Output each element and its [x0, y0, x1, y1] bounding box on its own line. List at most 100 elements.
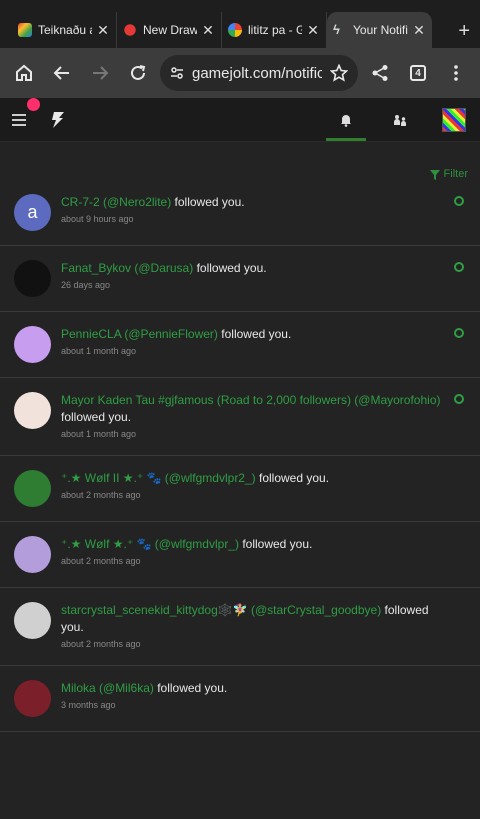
close-tab-icon[interactable]: ✕ [96, 22, 110, 39]
forward-arrow-icon [93, 66, 109, 80]
bookmark-star-icon[interactable] [330, 64, 348, 82]
friends-button[interactable] [386, 98, 414, 141]
notification-action: followed you. [193, 261, 267, 275]
gamejolt-favicon-icon: ϟ [333, 22, 340, 37]
people-icon [394, 114, 406, 126]
notification-text: CR-7-2 (@Nero2lite) followed you. about 9… [61, 194, 466, 231]
gamejolt-logo-icon[interactable] [50, 111, 66, 129]
notification-item[interactable]: a CR-7-2 (@Nero2lite) followed you. about … [0, 180, 480, 246]
notification-time: 26 days ago [61, 280, 111, 290]
notification-text: ⁺.★ Wølf II ★.⁺ 🐾 (@wlfgmdvlpr2_) follow… [61, 470, 466, 507]
notification-item[interactable]: Mayor Kaden Tau #gjfamous (Road to 2,000… [0, 378, 480, 456]
user-link[interactable]: CR-7-2 (@Nero2lite) [61, 195, 171, 209]
site-header [0, 98, 480, 142]
notification-action: followed you. [153, 681, 228, 695]
mark-read-circle-icon[interactable] [454, 328, 464, 338]
avatar[interactable] [14, 260, 51, 297]
browser-tab[interactable]: Teiknaðu a ✕ [12, 12, 117, 48]
address-bar[interactable]: gamejolt.com/notificat [160, 55, 358, 91]
notification-action: followed you. [238, 537, 313, 551]
reload-button[interactable] [122, 57, 154, 89]
tab-favicon-icon [18, 23, 32, 37]
notification-item[interactable]: starcrystal_scenekid_kittydog🕸️🧚‍♀️ (@st… [0, 588, 480, 666]
user-link[interactable]: Miloka (@Mil6ka) [61, 681, 154, 695]
hamburger-menu-icon[interactable] [12, 113, 26, 126]
url-text: gamejolt.com/notificat [192, 64, 322, 82]
notifications-bell-button[interactable] [326, 98, 366, 141]
more-vert-icon [454, 65, 458, 81]
avatar[interactable]: a [14, 194, 51, 231]
notification-text: starcrystal_scenekid_kittydog🕸️🧚‍♀️ (@st… [61, 602, 466, 651]
back-arrow-icon [53, 66, 69, 80]
home-button[interactable] [8, 57, 40, 89]
tab-switcher-button[interactable]: 4 [402, 57, 434, 89]
user-link[interactable]: ⁺.★ Wølf ★.⁺ 🐾 (@wlfgmdvlpr_) [61, 537, 239, 551]
notification-text: Fanat_Bykov (@Darusa) followed you. 26 da… [61, 260, 466, 297]
notification-time: about 1 month ago [61, 346, 137, 356]
browser-tab-active[interactable]: ϟ Your Notific ✕ [327, 12, 432, 48]
user-avatar [442, 107, 466, 132]
bell-icon [341, 114, 351, 127]
user-link[interactable]: PennieCLA (@PennieFlower) [61, 327, 218, 341]
close-tab-icon[interactable]: ✕ [201, 22, 215, 39]
tab-count: 4 [410, 65, 426, 81]
new-tab-button[interactable]: + [458, 20, 470, 43]
filter-funnel-icon [429, 170, 440, 180]
tab-title: Your Notific [353, 23, 408, 37]
reload-icon [131, 65, 146, 80]
browser-menu-button[interactable] [440, 57, 472, 89]
notification-text: Mayor Kaden Tau #gjfamous (Road to 2,000… [61, 392, 466, 441]
notification-action: followed you. [171, 195, 245, 209]
notification-item[interactable]: ⁺.★ Wølf II ★.⁺ 🐾 (@wlfgmdvlpr2_) follow… [0, 456, 480, 522]
notification-text: PennieCLA (@PennieFlower) followed you. a… [61, 326, 466, 363]
avatar[interactable] [14, 536, 51, 573]
notification-list: a CR-7-2 (@Nero2lite) followed you. about … [0, 180, 480, 732]
notification-text: ⁺.★ Wølf ★.⁺ 🐾 (@wlfgmdvlpr_) followed y… [61, 536, 466, 573]
user-link[interactable]: starcrystal_scenekid_kittydog🕸️🧚‍♀️ (@st… [61, 603, 381, 617]
browser-tab[interactable]: lititz pa - G ✕ [222, 12, 327, 48]
tab-title: Teiknaðu a [38, 23, 92, 37]
notification-action: followed you. [61, 410, 132, 424]
user-link[interactable]: ⁺.★ Wølf II ★.⁺ 🐾 (@wlfgmdvlpr2_) [61, 471, 256, 485]
filter-button[interactable]: Filter [0, 142, 480, 180]
notification-time: about 9 hours ago [61, 214, 134, 224]
avatar[interactable] [14, 602, 51, 639]
site-settings-icon[interactable] [170, 66, 184, 80]
mark-read-circle-icon[interactable] [454, 262, 464, 272]
browser-tab-strip: Teiknaðu a ✕ New Drawi ✕ lititz pa - G ✕… [0, 0, 480, 48]
notification-time: about 2 months ago [61, 490, 141, 500]
close-tab-icon[interactable]: ✕ [306, 22, 320, 39]
notification-item[interactable]: PennieCLA (@PennieFlower) followed you. a… [0, 312, 480, 378]
notification-time: about 1 month ago [61, 429, 137, 439]
browser-tab[interactable]: New Drawi ✕ [117, 12, 222, 48]
notification-item[interactable]: Fanat_Bykov (@Darusa) followed you. 26 da… [0, 246, 480, 312]
filter-label: Filter [443, 168, 468, 180]
avatar[interactable] [14, 326, 51, 363]
tab-title: New Drawi [143, 23, 197, 37]
close-tab-icon[interactable]: ✕ [412, 22, 426, 39]
avatar[interactable] [14, 680, 51, 717]
notification-time: 3 months ago [61, 700, 116, 710]
back-button[interactable] [46, 57, 78, 89]
user-link[interactable]: Mayor Kaden Tau #gjfamous (Road to 2,000… [61, 393, 440, 407]
notification-time: about 2 months ago [61, 639, 141, 649]
share-icon [372, 65, 388, 81]
avatar[interactable] [14, 392, 51, 429]
home-icon [16, 64, 32, 81]
forward-button[interactable] [84, 57, 116, 89]
notification-dot [27, 98, 40, 111]
notification-item[interactable]: ⁺.★ Wølf ★.⁺ 🐾 (@wlfgmdvlpr_) followed y… [0, 522, 480, 588]
mark-read-circle-icon[interactable] [454, 394, 464, 404]
notification-item[interactable]: Miloka (@Mil6ka) followed you. 3 months a… [0, 666, 480, 732]
notification-time: about 2 months ago [61, 556, 141, 566]
notification-text: Miloka (@Mil6ka) followed you. 3 months a… [61, 680, 466, 717]
google-icon [228, 23, 242, 37]
user-avatar-button[interactable] [440, 98, 468, 141]
share-button[interactable] [364, 57, 396, 89]
tab-title: lititz pa - G [248, 23, 302, 37]
notification-action: followed you. [255, 471, 330, 485]
user-link[interactable]: Fanat_Bykov (@Darusa) [61, 261, 193, 275]
avatar[interactable] [14, 470, 51, 507]
mark-read-circle-icon[interactable] [454, 196, 464, 206]
tab-favicon-icon [123, 23, 137, 37]
